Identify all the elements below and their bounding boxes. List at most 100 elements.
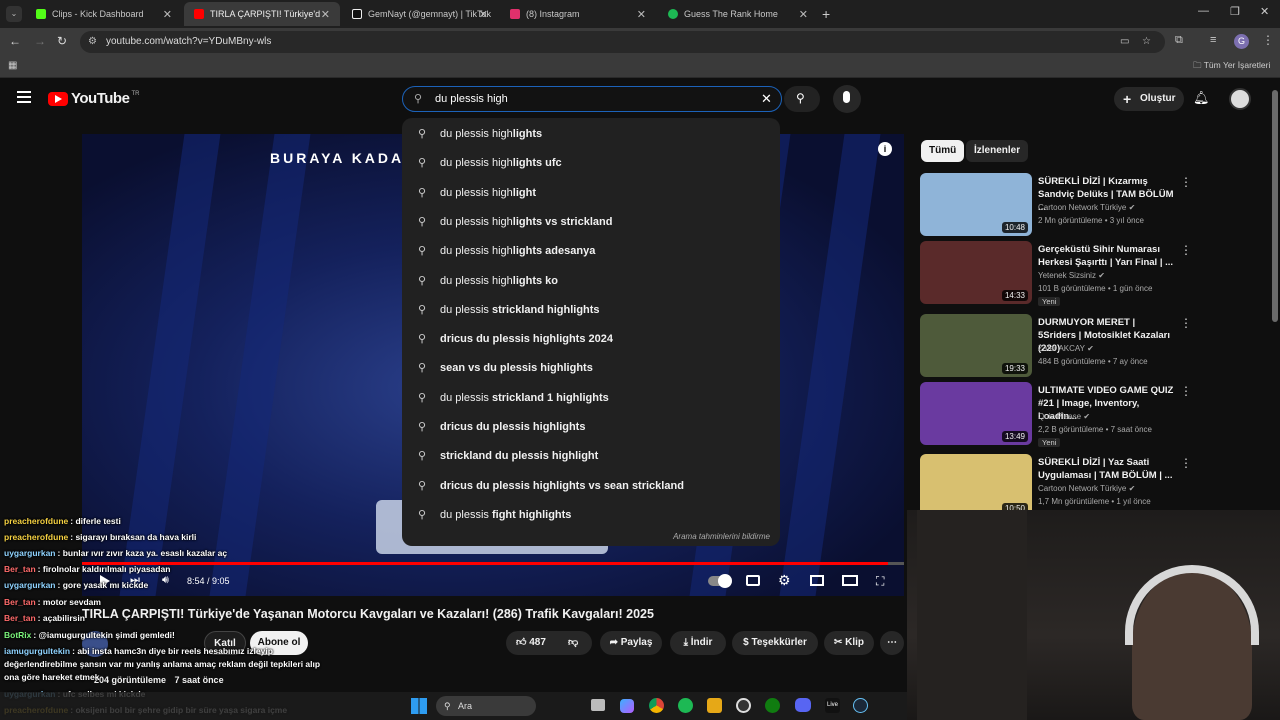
share-button[interactable]: ➦ Paylaş	[600, 631, 662, 655]
close-icon[interactable]: ✕	[637, 8, 646, 21]
search-suggestion[interactable]: ⚲ du plessis highlights ko	[402, 267, 780, 296]
voice-search-button[interactable]	[833, 85, 861, 113]
xbox-icon[interactable]	[765, 698, 780, 713]
search-suggestion[interactable]: ⚲ du plessis highlights ufc	[402, 149, 780, 178]
back-icon[interactable]: ←	[9, 34, 21, 48]
search-suggestion[interactable]: ⚲ du plessis highlights vs strickland	[402, 208, 780, 237]
forward-icon[interactable]: →	[34, 34, 46, 48]
spotify-icon[interactable]	[678, 698, 693, 713]
search-input[interactable]: ⚲ du plessis high ✕	[402, 86, 782, 112]
hamburger-menu-icon[interactable]	[17, 91, 31, 103]
related-channel-name[interactable]: Yetenek Sizsiniz ✔	[1038, 271, 1105, 280]
close-icon[interactable]: ✕	[163, 8, 172, 21]
thanks-button[interactable]: $ Teşekkürler	[732, 631, 818, 655]
more-options-icon[interactable]: ⋮	[1180, 243, 1192, 257]
minimize-button[interactable]: —	[1198, 5, 1209, 17]
video-progress-bar[interactable]	[82, 562, 904, 565]
youtube-logo[interactable]: YouTube TR	[48, 90, 139, 107]
settings-gear-icon[interactable]: ⚙	[778, 572, 791, 589]
more-options-icon[interactable]: ⋮	[1180, 175, 1192, 189]
chip-all[interactable]: Tümü	[921, 140, 965, 162]
live-app-icon[interactable]: Live	[825, 698, 840, 713]
steam-icon[interactable]	[853, 698, 868, 713]
video-thumbnail[interactable]: 10:50	[920, 454, 1032, 517]
more-options-icon[interactable]: ⋮	[1180, 316, 1192, 330]
apps-grid-icon[interactable]: ▦	[8, 60, 17, 71]
search-suggestion[interactable]: ⚲ du plessis highlights	[402, 120, 780, 149]
video-thumbnail[interactable]: 10:48	[920, 173, 1032, 236]
video-thumbnail[interactable]: 19:33	[920, 314, 1032, 377]
tab-tiktok[interactable]: GemNayt (@gemnayt) | TikTok ✕	[342, 2, 498, 26]
video-thumbnail[interactable]: 14:33	[920, 241, 1032, 304]
like-button[interactable]: 👍︎ 487	[516, 631, 546, 655]
search-suggestion[interactable]: ⚲ du plessis highlight	[402, 179, 780, 208]
profile-avatar[interactable]: G	[1234, 34, 1249, 49]
reload-icon[interactable]: ↻	[57, 34, 67, 48]
close-icon[interactable]: ✕	[799, 8, 808, 21]
related-video-item[interactable]: 19:33 DURMUYOR MERET | 5Sriders | Motosik…	[920, 314, 1192, 378]
volume-icon[interactable]: 🔊︎	[162, 574, 169, 587]
scrollbar-thumb[interactable]	[1272, 90, 1278, 322]
dislike-button[interactable]: 👎︎	[568, 631, 578, 655]
close-icon[interactable]: ✕	[321, 8, 330, 21]
search-suggestion[interactable]: ⚲ sean vs du plessis highlights	[402, 354, 780, 383]
tab-youtube[interactable]: TIRLA ÇARPIŞTI! Türkiye'de Yaşa ✕	[184, 2, 340, 26]
chrome-icon[interactable]	[649, 698, 664, 713]
related-channel-name[interactable]: Cartoon Network Türkiye ✔	[1038, 203, 1135, 212]
obs-icon[interactable]	[736, 698, 751, 713]
clip-button[interactable]: ✂ Klip	[824, 631, 874, 655]
search-suggestion[interactable]: ⚲ strickland du plessis highlight	[402, 442, 780, 471]
search-suggestion[interactable]: ⚲ du plessis strickland highlights	[402, 296, 780, 325]
theater-mode-icon[interactable]	[842, 575, 858, 586]
more-actions-button[interactable]: ⋯	[880, 631, 904, 655]
search-suggestion[interactable]: ⚲ du plessis fight highlights	[402, 501, 780, 530]
related-video-item[interactable]: 13:49 ULTIMATE VIDEO GAME QUIZ #21 | Imag…	[920, 382, 1192, 447]
tab-list-icon[interactable]: ⌄	[6, 6, 22, 22]
search-suggestion[interactable]: ⚲ dricus du plessis highlights vs sean st…	[402, 472, 780, 501]
task-view-icon[interactable]	[591, 699, 605, 711]
related-video-title[interactable]: Gerçeküstü Sihir Numarası Herkesi Şaşırt…	[1038, 243, 1174, 269]
browser-menu-icon[interactable]: ⋮	[1262, 33, 1274, 47]
related-channel-name[interactable]: Cartoon Network Türkiye ✔	[1038, 484, 1135, 493]
report-predictions-link[interactable]: Arama tahminlerini bildirme	[673, 532, 770, 541]
clear-search-icon[interactable]: ✕	[761, 87, 772, 111]
download-button[interactable]: ⤓ İndir	[670, 631, 726, 655]
create-button[interactable]: + Oluştur	[1114, 87, 1184, 111]
extensions-icon[interactable]: ⧉	[1175, 34, 1183, 47]
fullscreen-icon[interactable]: ⛶	[876, 574, 884, 589]
copilot-icon[interactable]	[620, 699, 634, 713]
restore-button[interactable]: ❐	[1230, 5, 1240, 18]
store-icon[interactable]	[707, 698, 722, 713]
video-thumbnail[interactable]: 13:49	[920, 382, 1032, 445]
more-options-icon[interactable]: ⋮	[1180, 384, 1192, 398]
chip-watched[interactable]: İzlenenler	[966, 140, 1029, 162]
account-avatar[interactable]	[1229, 88, 1251, 110]
search-button[interactable]: ⚲	[784, 86, 820, 112]
tab-guess-the-rank[interactable]: Guess The Rank Home ✕	[658, 2, 818, 26]
tab-kick[interactable]: Clips - Kick Dashboard ✕	[26, 2, 182, 26]
close-icon[interactable]: ✕	[479, 8, 488, 21]
subtitles-icon[interactable]	[746, 575, 760, 586]
related-channel-name[interactable]: Zafer AKCAY ✔	[1038, 344, 1094, 353]
search-suggestion[interactable]: ⚲ du plessis strickland 1 highlights	[402, 384, 780, 413]
all-bookmarks-folder[interactable]: 🗀 Tüm Yer İşaretleri	[1193, 60, 1270, 74]
discord-icon[interactable]	[795, 698, 811, 712]
more-options-icon[interactable]: ⋮	[1180, 456, 1192, 470]
related-video-item[interactable]: 14:33 Gerçeküstü Sihir Numarası Herkesi Ş…	[920, 241, 1192, 306]
taskbar-search[interactable]: ⚲ Ara	[436, 696, 536, 716]
info-icon[interactable]: i	[878, 142, 892, 156]
windows-start-icon[interactable]	[411, 698, 427, 714]
install-app-icon[interactable]: ▭	[1120, 31, 1129, 53]
related-channel-name[interactable]: Quiz Please ✔	[1038, 412, 1090, 421]
url-field[interactable]: ⚙ youtube.com/watch?v=YDuMBny-wls ▭ ☆	[80, 31, 1165, 53]
search-suggestion[interactable]: ⚲ dricus du plessis highlights	[402, 413, 780, 442]
miniplayer-icon[interactable]	[810, 575, 824, 586]
close-window-button[interactable]: ✕	[1260, 5, 1269, 18]
tab-instagram[interactable]: (8) Instagram ✕	[500, 2, 656, 26]
bookmark-star-icon[interactable]: ☆	[1142, 31, 1151, 53]
page-scrollbar[interactable]	[1270, 78, 1280, 510]
new-tab-button[interactable]: +	[822, 6, 830, 22]
site-info-icon[interactable]: ⚙	[88, 31, 97, 53]
reading-list-icon[interactable]: ≡	[1210, 34, 1216, 46]
related-video-title[interactable]: SÜREKLİ DİZİ | Yaz Saati Uygulaması | TA…	[1038, 456, 1174, 482]
